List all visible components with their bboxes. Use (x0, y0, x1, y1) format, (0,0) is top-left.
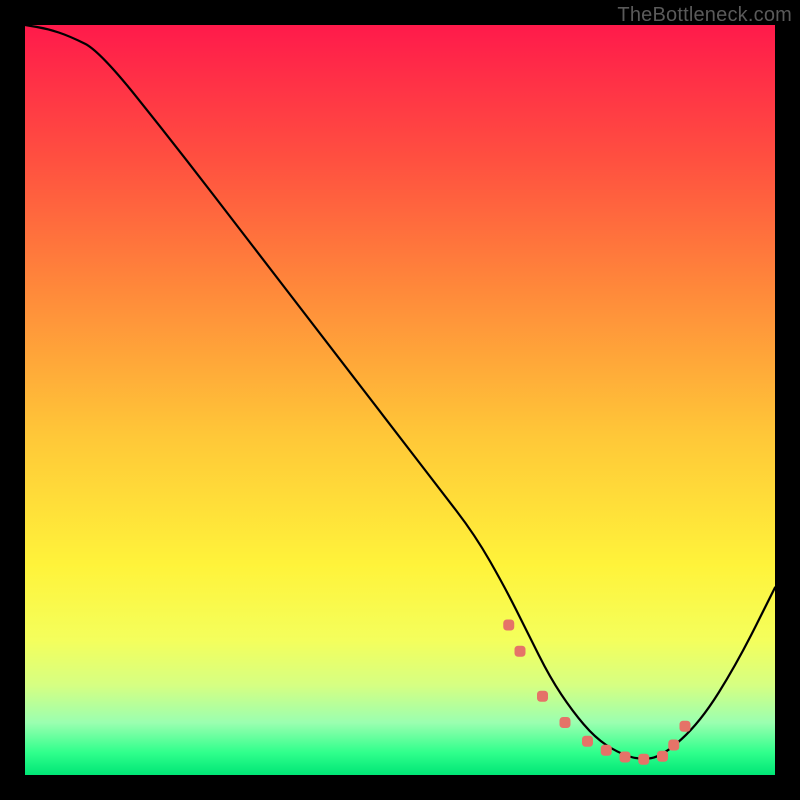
chart-root: TheBottleneck.com (0, 0, 800, 800)
curve-marker (503, 620, 514, 631)
bottleneck-curve (25, 25, 775, 759)
curve-marker (620, 752, 631, 763)
curve-marker (582, 736, 593, 747)
curve-marker (537, 691, 548, 702)
curve-marker (515, 646, 526, 657)
curve-marker (560, 717, 571, 728)
curve-marker (668, 740, 679, 751)
curve-marker (601, 745, 612, 756)
plot-area (25, 25, 775, 775)
curve-marker (657, 751, 668, 762)
watermark-text: TheBottleneck.com (617, 4, 792, 27)
curve-marker (638, 754, 649, 765)
curve-marker (680, 721, 691, 732)
bottleneck-curve-layer (25, 25, 775, 775)
